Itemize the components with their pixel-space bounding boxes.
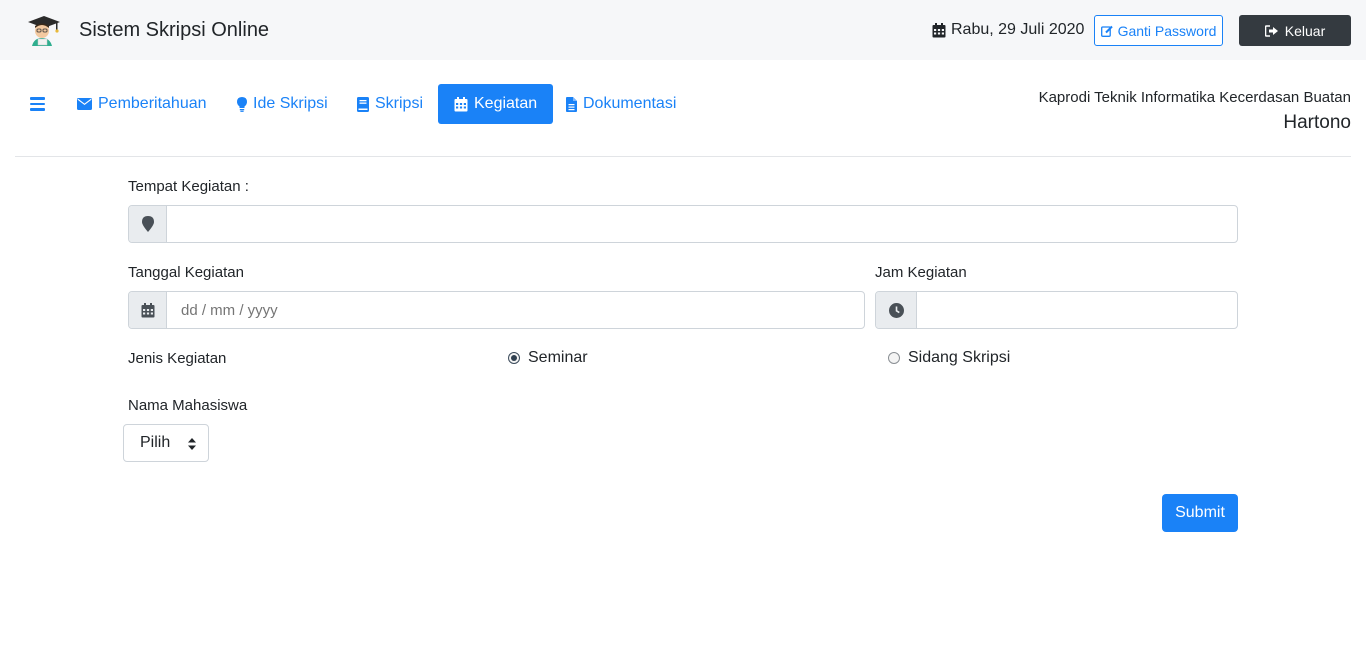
mahasiswa-select[interactable]: Pilih — [123, 424, 209, 462]
change-password-button[interactable]: Ganti Password — [1094, 15, 1223, 46]
submit-button[interactable]: Submit — [1162, 494, 1238, 532]
mahasiswa-label: Nama Mahasiswa — [128, 397, 248, 414]
clock-icon — [876, 292, 917, 328]
jam-input[interactable] — [917, 292, 1237, 328]
calendar-addon-icon — [129, 292, 167, 328]
radio-button[interactable] — [888, 352, 900, 364]
radio-seminar[interactable]: Seminar — [508, 349, 588, 367]
main-nav: Pemberitahuan Ide Skripsi Skripsi Kegiat… — [0, 84, 1000, 124]
envelope-icon — [77, 98, 92, 110]
file-icon — [566, 96, 577, 112]
nav-item-kegiatan[interactable]: Kegiatan — [438, 84, 554, 124]
change-password-label: Ganti Password — [1117, 22, 1217, 39]
logout-button[interactable]: Keluar — [1239, 15, 1351, 46]
nav-item-dokumentasi[interactable]: Dokumentasi — [566, 84, 676, 124]
jam-input-group — [875, 291, 1238, 329]
header-divider — [15, 156, 1351, 157]
jenis-label: Jenis Kegiatan — [128, 350, 227, 367]
radio-sidang-skripsi[interactable]: Sidang Skripsi — [888, 349, 1010, 367]
user-name: Hartono — [1283, 112, 1351, 133]
map-marker-icon — [129, 206, 167, 242]
tempat-input[interactable] — [167, 206, 1237, 242]
top-bar: Sistem Skripsi Online Rabu, 29 Juli 2020… — [0, 0, 1366, 60]
calendar-icon — [932, 22, 946, 37]
tanggal-input[interactable] — [167, 292, 864, 328]
graduate-student-icon — [28, 16, 60, 46]
date-display: Rabu, 29 Juli 2020 — [932, 21, 1084, 39]
nav-item-ide-skripsi[interactable]: Ide Skripsi — [237, 84, 328, 124]
user-role: Kaprodi Teknik Informatika Kecerdasan Bu… — [1038, 89, 1351, 106]
calendar-icon — [454, 96, 468, 111]
sort-arrows-icon — [188, 438, 196, 450]
tempat-input-group — [128, 205, 1238, 243]
date-text: Rabu, 29 Juli 2020 — [951, 21, 1085, 38]
tempat-label: Tempat Kegiatan : — [128, 178, 249, 195]
lightbulb-icon — [237, 96, 247, 112]
radio-button[interactable] — [508, 352, 520, 364]
nav-item-pemberitahuan[interactable]: Pemberitahuan — [77, 84, 207, 124]
sign-out-icon — [1264, 24, 1278, 37]
edit-icon — [1100, 25, 1113, 37]
tanggal-input-group — [128, 291, 865, 329]
app-title: Sistem Skripsi Online — [79, 19, 270, 41]
tanggal-label: Tanggal Kegiatan — [128, 264, 244, 281]
nav-item-skripsi[interactable]: Skripsi — [357, 84, 423, 124]
book-icon — [357, 96, 369, 112]
logout-label: Keluar — [1284, 22, 1326, 39]
jam-label: Jam Kegiatan — [875, 264, 967, 281]
